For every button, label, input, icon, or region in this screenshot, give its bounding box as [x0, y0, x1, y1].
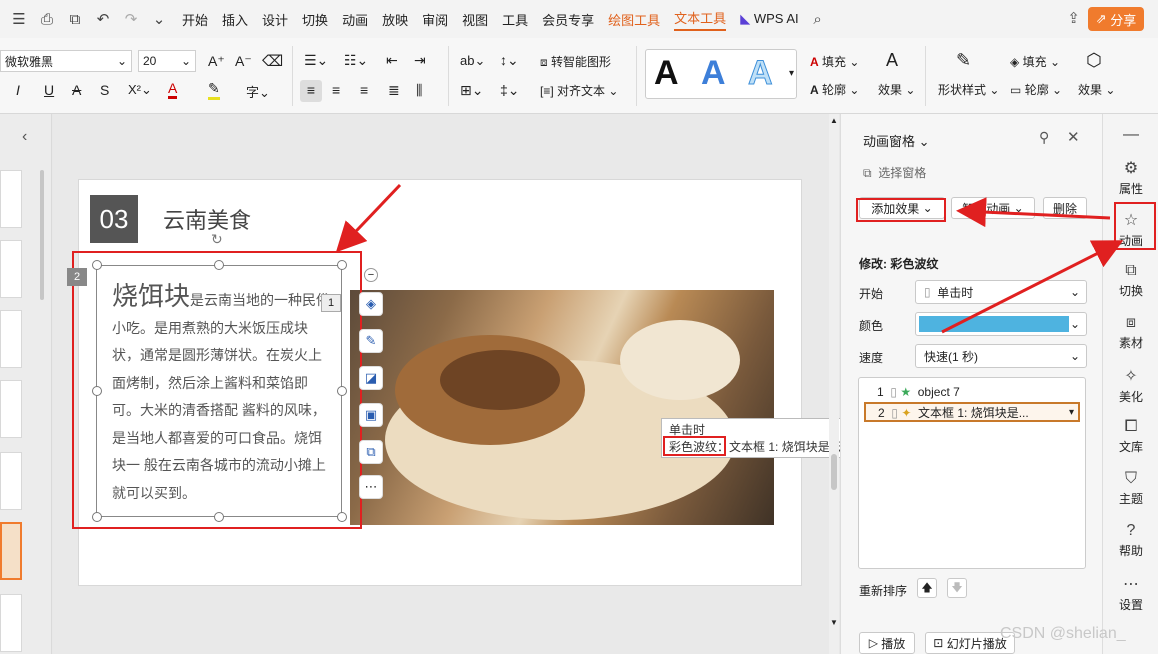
annotation-arrows [335, 183, 1124, 334]
arrow [956, 197, 1111, 228]
watermark: CSDN @shelian_ [1000, 625, 1126, 642]
arrow [941, 240, 1124, 334]
arrow [335, 183, 402, 253]
